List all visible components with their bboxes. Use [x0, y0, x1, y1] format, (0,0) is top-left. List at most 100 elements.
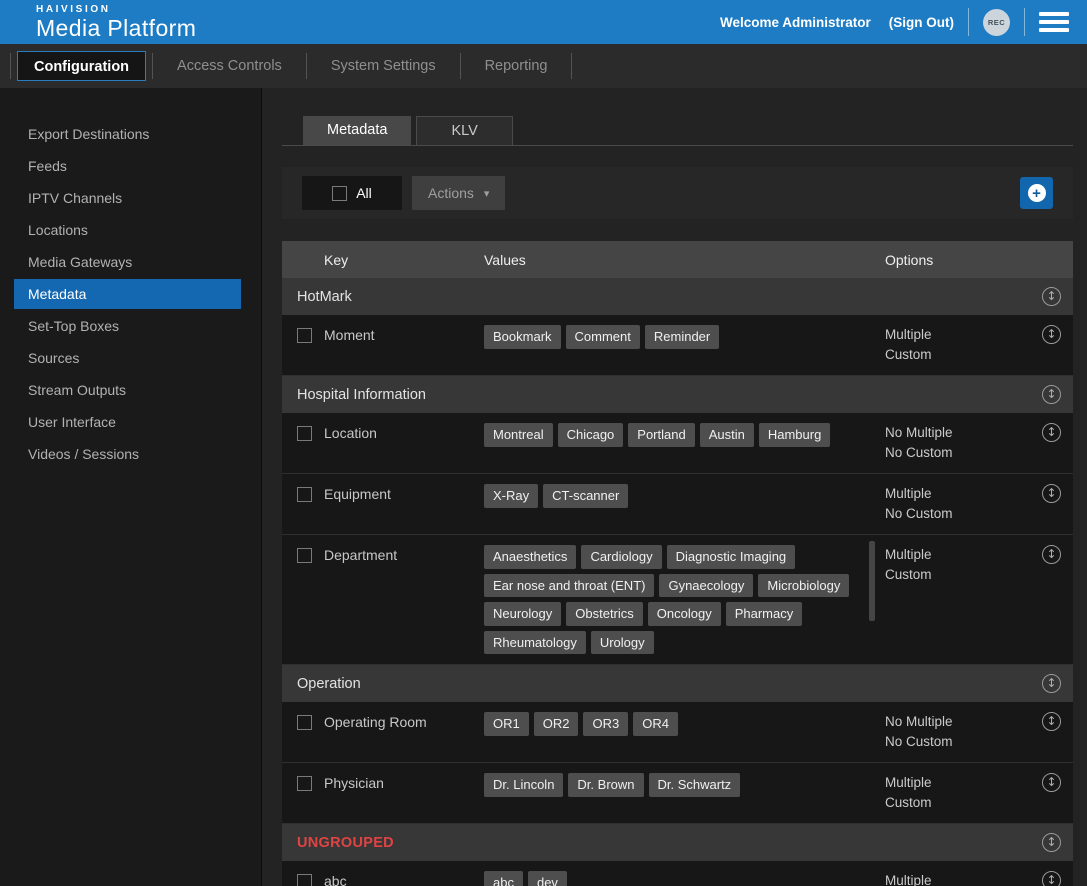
reorder-icon[interactable]: ↕ [1042, 385, 1061, 404]
option-line: Custom [885, 345, 1025, 365]
actions-dropdown[interactable]: Actions ▾ [412, 176, 505, 210]
tab-klv[interactable]: KLV [416, 116, 512, 145]
value-tag[interactable]: Oncology [648, 602, 721, 626]
value-tag[interactable]: Microbiology [758, 574, 849, 598]
value-tag[interactable]: Hamburg [759, 423, 830, 447]
values-scrollbar[interactable] [869, 541, 875, 621]
nav-tab-configuration[interactable]: Configuration [17, 51, 146, 81]
value-tag[interactable]: Cardiology [581, 545, 661, 569]
value-tag[interactable]: OR4 [633, 712, 678, 736]
row-options: No MultipleNo Custom [860, 423, 1025, 463]
reorder-icon[interactable]: ↕ [1042, 833, 1061, 852]
metadata-row: Moment BookmarkCommentReminder MultipleC… [282, 315, 1073, 376]
metadata-row: Department AnaestheticsCardiologyDiagnos… [282, 535, 1073, 665]
row-values: MontrealChicagoPortlandAustinHamburg [484, 423, 852, 447]
row-values: X-RayCT-scanner [484, 484, 852, 508]
select-all-button[interactable]: All [302, 176, 402, 210]
value-tag[interactable]: Gynaecology [659, 574, 753, 598]
nav-tab-system-settings[interactable]: System Settings [313, 51, 454, 81]
row-checkbox[interactable] [297, 776, 312, 791]
value-tag[interactable]: Ear nose and throat (ENT) [484, 574, 654, 598]
value-tag[interactable]: Montreal [484, 423, 553, 447]
value-tag[interactable]: Bookmark [484, 325, 561, 349]
reorder-icon[interactable]: ↕ [1042, 871, 1061, 886]
row-checkbox[interactable] [297, 487, 312, 502]
value-tag[interactable]: CT-scanner [543, 484, 628, 508]
group-header-row[interactable]: UNGROUPED ↕ [282, 824, 1073, 861]
value-tag[interactable]: dev [528, 871, 567, 886]
option-line: No Custom [885, 443, 1025, 463]
value-tag[interactable]: Neurology [484, 602, 561, 626]
sidebar-item-export-destinations[interactable]: Export Destinations [0, 118, 261, 150]
sidebar-item-metadata[interactable]: Metadata [14, 279, 241, 309]
reorder-icon[interactable]: ↕ [1042, 287, 1061, 306]
row-checkbox[interactable] [297, 426, 312, 441]
sidebar: Export Destinations Feeds IPTV Channels … [0, 88, 262, 886]
column-header-options: Options [860, 252, 1025, 268]
sidebar-item-media-gateways[interactable]: Media Gateways [0, 246, 261, 278]
sidebar-item-feeds[interactable]: Feeds [0, 150, 261, 182]
row-checkbox[interactable] [297, 328, 312, 343]
value-tag[interactable]: X-Ray [484, 484, 538, 508]
option-line: Multiple [885, 871, 1025, 886]
reorder-icon[interactable]: ↕ [1042, 423, 1061, 442]
row-options: MultipleCustom [860, 545, 1025, 585]
value-tag[interactable]: Obstetrics [566, 602, 643, 626]
value-tag[interactable]: Reminder [645, 325, 719, 349]
welcome-text: Welcome Administrator [720, 15, 871, 30]
tab-metadata[interactable]: Metadata [303, 116, 411, 145]
reorder-icon[interactable]: ↕ [1042, 773, 1061, 792]
row-options: MultipleCustom [860, 325, 1025, 365]
sign-out-link[interactable]: (Sign Out) [889, 15, 954, 30]
row-checkbox[interactable] [297, 715, 312, 730]
header-divider [968, 8, 969, 36]
add-metadata-button[interactable]: + [1020, 177, 1053, 209]
value-tag[interactable]: OR3 [583, 712, 628, 736]
sidebar-item-videos-sessions[interactable]: Videos / Sessions [0, 438, 261, 470]
sidebar-item-locations[interactable]: Locations [0, 214, 261, 246]
nav-tab-access-controls[interactable]: Access Controls [159, 51, 300, 81]
rec-badge-icon[interactable]: REC [983, 9, 1010, 36]
group-header-row[interactable]: Operation ↕ [282, 665, 1073, 702]
value-tag[interactable]: OR2 [534, 712, 579, 736]
row-values: Dr. LincolnDr. BrownDr. Schwartz [484, 773, 852, 797]
group-header-row[interactable]: HotMark ↕ [282, 278, 1073, 315]
row-key: Operating Room [324, 712, 484, 733]
sidebar-item-iptv-channels[interactable]: IPTV Channels [0, 182, 261, 214]
column-header-values: Values [484, 252, 860, 268]
reorder-icon[interactable]: ↕ [1042, 712, 1061, 731]
row-options: No MultipleNo Custom [860, 712, 1025, 752]
value-tag[interactable]: Chicago [558, 423, 624, 447]
value-tag[interactable]: Austin [700, 423, 754, 447]
value-tag[interactable]: Comment [566, 325, 640, 349]
sidebar-item-sources[interactable]: Sources [0, 342, 261, 374]
select-all-checkbox[interactable] [332, 186, 347, 201]
value-tag[interactable]: Dr. Schwartz [649, 773, 741, 797]
sidebar-item-set-top-boxes[interactable]: Set-Top Boxes [0, 310, 261, 342]
app-window: HAIVISION Media Platform Welcome Adminis… [0, 0, 1087, 886]
reorder-icon[interactable]: ↕ [1042, 545, 1061, 564]
nav-divider [152, 53, 153, 79]
value-tag[interactable]: OR1 [484, 712, 529, 736]
row-checkbox[interactable] [297, 548, 312, 563]
value-tag[interactable]: Anaesthetics [484, 545, 576, 569]
nav-tab-reporting[interactable]: Reporting [467, 51, 566, 81]
row-checkbox[interactable] [297, 874, 312, 886]
value-tag[interactable]: Portland [628, 423, 694, 447]
sidebar-item-user-interface[interactable]: User Interface [0, 406, 261, 438]
value-tag[interactable]: Rheumatology [484, 631, 586, 655]
value-tag[interactable]: Urology [591, 631, 654, 655]
value-tag[interactable]: Diagnostic Imaging [667, 545, 796, 569]
table-header: Key Values Options [282, 241, 1073, 278]
reorder-icon[interactable]: ↕ [1042, 325, 1061, 344]
hamburger-menu-icon[interactable] [1039, 8, 1069, 36]
row-key: Equipment [324, 484, 484, 505]
sidebar-item-stream-outputs[interactable]: Stream Outputs [0, 374, 261, 406]
group-header-row[interactable]: Hospital Information ↕ [282, 376, 1073, 413]
value-tag[interactable]: Dr. Brown [568, 773, 643, 797]
value-tag[interactable]: Pharmacy [726, 602, 803, 626]
value-tag[interactable]: abc [484, 871, 523, 886]
reorder-icon[interactable]: ↕ [1042, 484, 1061, 503]
value-tag[interactable]: Dr. Lincoln [484, 773, 563, 797]
reorder-icon[interactable]: ↕ [1042, 674, 1061, 693]
